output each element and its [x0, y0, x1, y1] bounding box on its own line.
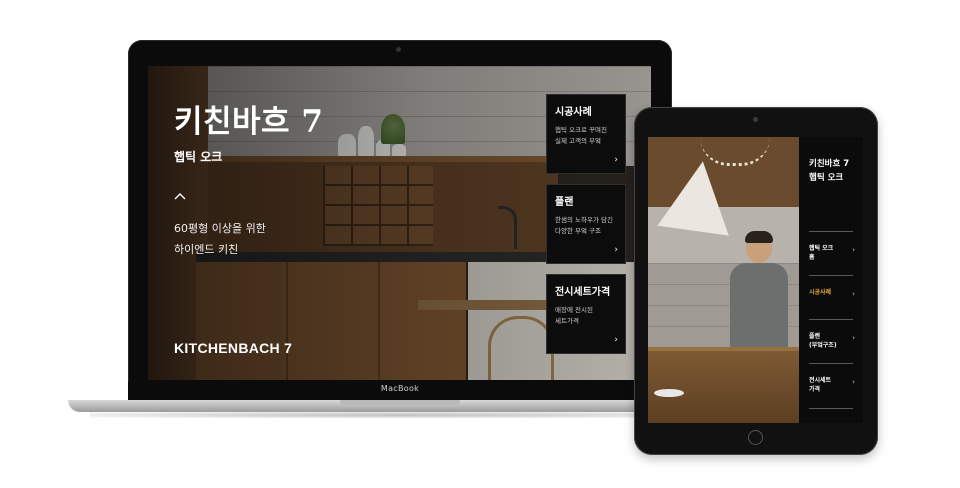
hero-description-line: 60평형 이상을 위한 — [174, 222, 266, 235]
laptop-camera — [396, 47, 401, 52]
tablet-panel-title-line: 키친바흐 7 — [809, 159, 850, 169]
chevron-up-icon[interactable] — [174, 190, 186, 202]
tablet-menu-item-plan[interactable]: 플랜 (부엌구조) › — [809, 319, 855, 364]
card-description-line: 다양한 부엌 구조 — [555, 227, 601, 235]
chevron-right-icon: › — [614, 245, 618, 255]
card-description-line: 실제 고객의 부엌 — [555, 137, 601, 145]
tablet-menu-item-line: (부엌구조) — [809, 342, 837, 349]
card-description-line: 매장에 전시된 — [555, 306, 593, 314]
tablet-photo-person — [728, 231, 788, 353]
tablet-menu-item-label: 전시세트 가격 — [809, 376, 845, 394]
card-description-line: 한샘의 노하우가 담긴 — [555, 216, 613, 224]
card-description: 햅틱 오크로 꾸며진 실제 고객의 부엌 — [555, 125, 619, 147]
laptop-shadow — [90, 412, 710, 418]
tablet-home-button[interactable] — [748, 430, 763, 445]
hero-description-line: 하이엔드 키친 — [174, 243, 239, 256]
hero-description: 60평형 이상을 위한 하이엔드 키친 — [174, 218, 266, 260]
tablet-screen: 키친바흐 7 햅틱 오크 햅틱 오크 홈 › 시공사례 › 플랜 (부엌구조) … — [648, 137, 863, 423]
tablet-side-panel: 키친바흐 7 햅틱 오크 햅틱 오크 홈 › 시공사례 › 플랜 (부엌구조) … — [799, 137, 863, 423]
hero-subtitle: 햅틱 오크 — [174, 150, 223, 164]
laptop-lid-notch — [340, 400, 460, 405]
tablet-camera — [753, 117, 758, 122]
tablet-menu-item-line: 가격 — [809, 386, 821, 393]
laptop-chin: MacBook — [128, 382, 672, 400]
tablet-menu-item-line: 햅틱 오크 — [809, 245, 834, 252]
card-description: 매장에 전시된 세트가격 — [555, 305, 619, 327]
laptop-base — [68, 400, 732, 412]
card-description-line: 햅틱 오크로 꾸며진 — [555, 126, 607, 134]
laptop-device: 키친바흐 7 햅틱 오크 60평형 이상을 위한 하이엔드 키친 KITCHEN… — [128, 40, 672, 400]
tablet-panel-title-line: 햅틱 오크 — [809, 173, 844, 183]
chevron-right-icon: › — [614, 155, 618, 165]
card-plan[interactable]: 플랜 한샘의 노하우가 담긴 다양한 부엌 구조 › — [546, 184, 626, 264]
laptop-screen: 키친바흐 7 햅틱 오크 60평형 이상을 위한 하이엔드 키친 KITCHEN… — [148, 66, 651, 380]
card-title: 플랜 — [555, 197, 574, 208]
tablet-device: 키친바흐 7 햅틱 오크 햅틱 오크 홈 › 시공사례 › 플랜 (부엌구조) … — [634, 107, 878, 455]
tablet-menu-item-display-set-price[interactable]: 전시세트 가격 › — [809, 363, 855, 409]
chevron-right-icon: › — [614, 335, 618, 345]
tablet-menu-item-line: 홈 — [809, 254, 815, 261]
tablet-photo-table — [648, 351, 799, 423]
chevron-right-icon: › — [852, 378, 855, 386]
tablet-menu-item-home[interactable]: 햅틱 오크 홈 › — [809, 231, 855, 276]
tablet-menu-item-line: 전시세트 — [809, 377, 832, 384]
tablet-photo-lamp — [657, 156, 739, 236]
hero-title: 키친바흐 7 — [174, 104, 324, 140]
tablet-menu-item-label: 시공사례 — [809, 288, 845, 297]
chevron-right-icon: › — [852, 290, 855, 298]
chevron-right-icon: › — [852, 246, 855, 254]
card-title: 전시세트가격 — [555, 287, 611, 298]
laptop-brand-label: MacBook — [380, 384, 420, 393]
card-description: 한샘의 노하우가 담긴 다양한 부엌 구조 — [555, 215, 619, 237]
tablet-menu-item-label: 플랜 (부엌구조) — [809, 332, 845, 350]
tablet-menu-item-line: 시공사례 — [809, 289, 832, 296]
card-title: 시공사례 — [555, 107, 592, 118]
card-display-set-price[interactable]: 전시세트가격 매장에 전시된 세트가격 › — [546, 274, 626, 354]
card-construction-cases[interactable]: 시공사례 햅틱 오크로 꾸며진 실제 고객의 부엌 › — [546, 94, 626, 174]
tablet-photo-plate — [654, 389, 684, 397]
tablet-panel-title: 키친바흐 7 햅틱 오크 — [809, 157, 859, 185]
tablet-menu-item-construction-cases[interactable]: 시공사례 › — [809, 275, 855, 320]
tablet-menu-item-line: 플랜 — [809, 333, 821, 340]
card-description-line: 세트가격 — [555, 317, 579, 325]
brand-wordmark: KITCHENBACH 7 — [174, 340, 293, 356]
chevron-right-icon: › — [852, 334, 855, 342]
tablet-menu-item-label: 햅틱 오크 홈 — [809, 244, 845, 262]
